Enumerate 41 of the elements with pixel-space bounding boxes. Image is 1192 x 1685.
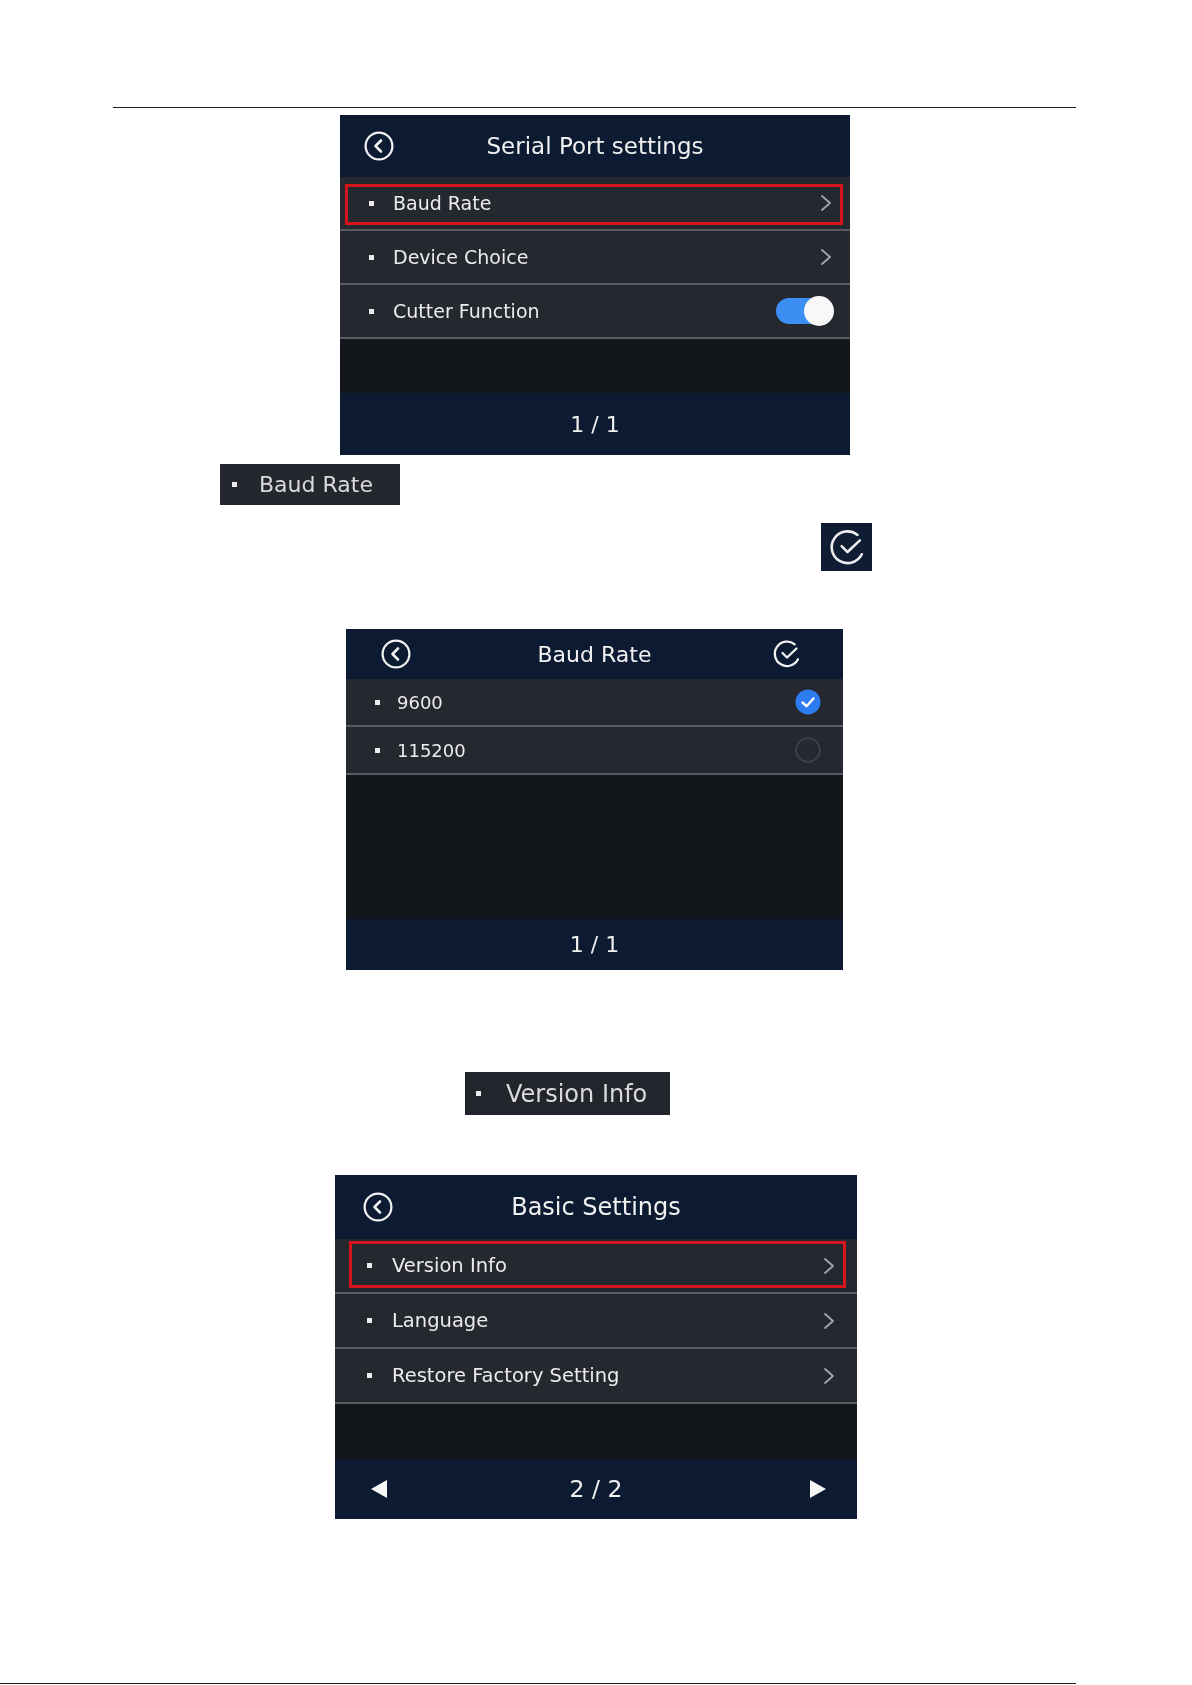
bullet-icon xyxy=(369,254,374,260)
bullet-icon xyxy=(367,1373,372,1378)
snippet-label: Version Info xyxy=(506,1079,648,1108)
toggle-switch[interactable] xyxy=(776,296,834,326)
left-arrow-icon[interactable] xyxy=(370,1479,388,1499)
back-icon[interactable] xyxy=(364,131,394,161)
bullet-icon xyxy=(476,1091,481,1096)
menu-item[interactable]: 115200 xyxy=(346,727,843,775)
menu-item[interactable]: 9600 xyxy=(346,679,843,727)
menu-item[interactable]: Cutter Function xyxy=(340,285,850,339)
radio-button[interactable] xyxy=(795,689,821,715)
radio-button[interactable] xyxy=(795,737,821,763)
menu-item[interactable]: Baud Rate xyxy=(340,177,850,231)
bullet-icon xyxy=(232,482,237,487)
confirm-icon[interactable] xyxy=(772,639,802,669)
bullet-icon xyxy=(375,699,380,705)
chevron-right-icon xyxy=(823,1256,835,1275)
confirm-icon xyxy=(821,523,872,571)
chevron-right-icon xyxy=(823,1311,835,1330)
screen-title: Basic Settings xyxy=(511,1193,681,1221)
chevron-right-icon xyxy=(820,194,832,212)
back-icon[interactable] xyxy=(363,1192,393,1222)
chevron-right-icon xyxy=(820,248,832,266)
menu-item[interactable]: Version Info xyxy=(335,1239,857,1294)
menu-item[interactable]: Language xyxy=(335,1294,857,1349)
page-indicator: 1 / 1 xyxy=(570,411,620,437)
page-indicator: 2 / 2 xyxy=(569,1475,623,1503)
screen-title: Serial Port settings xyxy=(486,133,704,159)
bullet-icon xyxy=(367,1318,372,1323)
screen-title: Baud Rate xyxy=(537,641,652,667)
snippet-label: Baud Rate xyxy=(259,472,373,497)
page-indicator: 1 / 1 xyxy=(569,932,620,957)
menu-item[interactable]: Restore Factory Setting xyxy=(335,1349,857,1404)
menu-item[interactable]: Device Choice xyxy=(340,231,850,285)
chevron-right-icon xyxy=(823,1366,835,1385)
bullet-icon xyxy=(375,747,380,753)
bullet-icon xyxy=(369,200,374,206)
right-arrow-icon[interactable] xyxy=(809,1479,827,1499)
bullet-icon xyxy=(369,308,374,314)
back-icon[interactable] xyxy=(381,639,411,669)
bullet-icon xyxy=(367,1263,372,1268)
